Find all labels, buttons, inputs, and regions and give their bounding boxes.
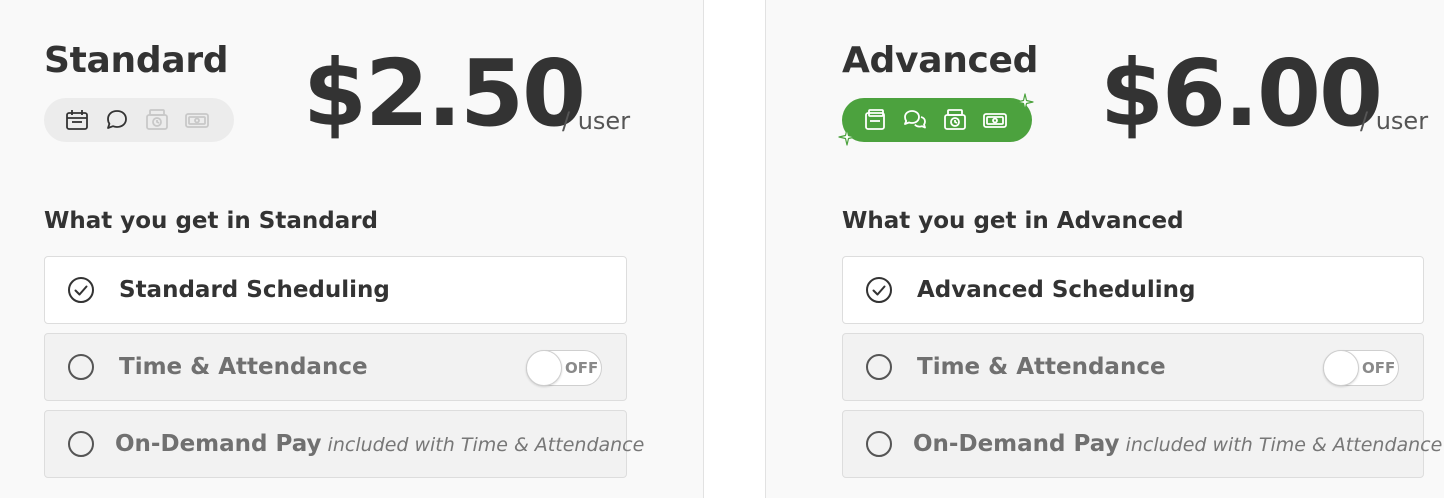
pay-icon	[184, 107, 210, 133]
plan-features-badge	[842, 98, 1032, 142]
feature-on-demand-pay: On-Demand Pay included with Time & Attend…	[842, 410, 1442, 478]
price-unit: / user	[562, 107, 631, 135]
section-title: What you get in Standard	[44, 208, 379, 234]
pay-icon	[982, 107, 1008, 133]
toggle-knob	[1323, 350, 1359, 386]
plan-name: Standard	[44, 40, 229, 81]
check-circle-icon	[865, 276, 893, 304]
feature-time-attendance[interactable]: Time & Attendance OFF	[44, 333, 627, 401]
feature-label: Standard Scheduling	[119, 277, 390, 303]
feature-standard-scheduling: Standard Scheduling	[44, 256, 627, 324]
scheduling-icon	[862, 107, 888, 133]
column-divider	[703, 0, 704, 498]
feature-label: On-Demand Pay included with Time & Attend…	[115, 431, 644, 457]
messaging-icon	[902, 107, 928, 133]
feature-note: included with Time & Attendance	[1125, 434, 1443, 456]
empty-circle-icon[interactable]	[865, 353, 893, 381]
time-clock-icon	[144, 107, 170, 133]
toggle-knob	[526, 350, 562, 386]
feature-note: included with Time & Attendance	[327, 434, 645, 456]
feature-name: On-Demand Pay	[115, 431, 322, 457]
check-circle-icon	[67, 276, 95, 304]
feature-on-demand-pay: On-Demand Pay included with Time & Attend…	[44, 410, 644, 478]
feature-label: On-Demand Pay included with Time & Attend…	[913, 431, 1442, 457]
sparkle-icon	[838, 128, 856, 146]
empty-circle-icon	[865, 430, 893, 458]
feature-time-attendance[interactable]: Time & Attendance OFF	[842, 333, 1424, 401]
feature-name: On-Demand Pay	[913, 431, 1120, 457]
feature-label: Advanced Scheduling	[917, 277, 1196, 303]
section-title: What you get in Advanced	[842, 208, 1184, 234]
empty-circle-icon[interactable]	[67, 353, 95, 381]
time-clock-icon	[942, 107, 968, 133]
messaging-icon	[104, 107, 130, 133]
feature-label: Time & Attendance	[917, 354, 1166, 380]
time-attendance-toggle[interactable]: OFF	[526, 350, 602, 386]
price-unit: / user	[1360, 107, 1429, 135]
toggle-state: OFF	[1362, 359, 1396, 377]
feature-advanced-scheduling: Advanced Scheduling	[842, 256, 1424, 324]
time-attendance-toggle[interactable]: OFF	[1323, 350, 1399, 386]
toggle-state: OFF	[565, 359, 599, 377]
plan-features-badge	[44, 98, 234, 142]
plan-price: $6.00	[1100, 40, 1383, 147]
plan-name: Advanced	[842, 40, 1039, 81]
feature-label: Time & Attendance	[119, 354, 368, 380]
empty-circle-icon	[67, 430, 95, 458]
sparkle-icon	[1016, 93, 1034, 111]
scheduling-icon	[64, 107, 90, 133]
plan-price: $2.50	[303, 40, 586, 147]
